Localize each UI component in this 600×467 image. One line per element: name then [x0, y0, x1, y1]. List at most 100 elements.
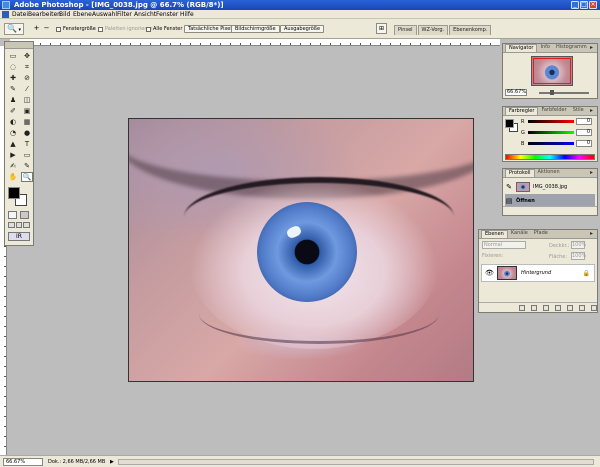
color-panel-foreground-swatch[interactable] — [505, 119, 514, 128]
menu-fenster[interactable]: Fenster — [156, 11, 178, 18]
tool-23-icon[interactable]: 🔍 — [21, 172, 33, 182]
tool-preset-picker[interactable]: 🔍 ▾ — [4, 23, 24, 35]
green-value-field[interactable]: 0 — [576, 129, 592, 136]
palette-well-tab-wz-vorg[interactable]: WZ-Vorg. — [417, 25, 449, 35]
eye-icon[interactable]: 👁 — [485, 269, 494, 277]
document-menu-icon[interactable] — [2, 11, 9, 18]
tool-2-icon[interactable]: ◌ — [7, 62, 19, 72]
tab-kanaele[interactable]: Kanäle — [508, 230, 531, 238]
checkbox-alle-fenster[interactable]: Alle Fenster — [146, 26, 182, 32]
actual-pixels-button[interactable]: Tatsächliche Pixel — [184, 25, 236, 33]
standard-screen-mode-button[interactable] — [8, 222, 15, 228]
full-screen-menu-mode-button[interactable] — [15, 222, 23, 228]
tab-ebenen[interactable]: Ebenen — [481, 230, 508, 238]
menu-ansicht[interactable]: Ansicht — [134, 11, 156, 18]
checkbox-paletten-ignorieren[interactable]: Paletten ignorieren — [98, 26, 153, 32]
standard-mode-button[interactable] — [8, 211, 17, 219]
tool-14-icon[interactable]: ◔ — [7, 128, 19, 138]
tool-20-icon[interactable]: ✍ — [7, 161, 19, 171]
blend-mode-select[interactable]: Normal — [482, 241, 526, 249]
navigator-thumbnail[interactable] — [531, 56, 573, 86]
tool-3-icon[interactable]: ⌗ — [21, 62, 33, 72]
navigator-zoom-slider-knob[interactable] — [550, 90, 554, 95]
menu-ebene[interactable]: Ebene — [73, 11, 92, 18]
blue-slider[interactable] — [528, 142, 574, 145]
photoshop-app-icon[interactable] — [2, 1, 10, 9]
tool-13-icon[interactable]: ▦ — [21, 117, 33, 127]
layer-mask-icon[interactable] — [543, 304, 549, 311]
tab-farbregler[interactable]: Farbregler — [505, 107, 539, 115]
tool-1-icon[interactable]: ✥ — [21, 51, 33, 61]
horizontal-ruler[interactable] — [10, 39, 500, 46]
navigator-zoom-field[interactable]: 66.67% — [505, 89, 527, 96]
print-size-button[interactable]: Ausgabegröße — [280, 25, 325, 33]
menu-auswahl[interactable]: Auswahl — [92, 11, 117, 18]
navigator-view-box[interactable] — [533, 58, 571, 84]
tool-6-icon[interactable]: ✎ — [7, 84, 19, 94]
checkbox-fenstergroesse[interactable]: Fenstergröße — [56, 26, 96, 32]
panel-menu-icon[interactable]: ▸ — [588, 45, 595, 51]
tool-5-icon[interactable]: ⊘ — [21, 73, 33, 83]
red-value-field[interactable]: 0 — [576, 118, 592, 125]
maximize-button[interactable]: □ — [580, 1, 588, 9]
quick-mask-mode-button[interactable] — [20, 211, 29, 219]
tab-protokoll[interactable]: Protokoll — [505, 169, 535, 177]
menu-filter[interactable]: Filter — [117, 11, 132, 18]
tool-7-icon[interactable]: ⁄ — [21, 84, 33, 94]
tool-17-icon[interactable]: T — [21, 139, 33, 149]
close-button[interactable]: × — [589, 1, 597, 9]
new-set-icon[interactable] — [555, 304, 561, 311]
color-spectrum-bar[interactable] — [505, 154, 595, 160]
green-slider[interactable] — [528, 131, 574, 134]
link-icon[interactable] — [519, 304, 525, 311]
horizontal-scrollbar[interactable] — [118, 459, 594, 465]
palette-well-tab-ebenenkomp[interactable]: Ebenenkomp. — [449, 25, 492, 35]
history-snapshot-item[interactable]: ✎ IMG_0038.jpg — [505, 180, 595, 193]
tool-0-icon[interactable]: ▭ — [7, 51, 19, 61]
panel-menu-icon[interactable]: ▸ — [588, 170, 595, 176]
tab-histogramm[interactable]: Histogramm — [553, 44, 590, 52]
tool-15-icon[interactable]: ● — [21, 128, 33, 138]
tool-4-icon[interactable]: ✚ — [7, 73, 19, 83]
panel-menu-icon[interactable]: ▸ — [588, 108, 595, 114]
tab-navigator[interactable]: Navigator — [505, 44, 538, 52]
fit-screen-button[interactable]: Bildschirmgröße — [231, 25, 280, 33]
tool-22-icon[interactable]: ✋ — [7, 172, 19, 182]
zoom-in-button[interactable]: + — [32, 24, 41, 33]
document-canvas[interactable] — [128, 118, 474, 382]
panel-menu-icon[interactable]: ▸ — [588, 231, 595, 237]
adjustment-layer-icon[interactable] — [567, 304, 573, 311]
navigator-zoom-slider[interactable] — [539, 92, 589, 94]
toolbox-header[interactable] — [5, 42, 33, 49]
history-brush-source-icon[interactable]: ✎ — [505, 183, 513, 191]
file-browser-icon[interactable]: ⊞ — [376, 23, 387, 34]
menu-hilfe[interactable]: Hilfe — [180, 11, 194, 18]
tab-farbfelder[interactable]: Farbfelder — [538, 107, 569, 115]
palette-well-tab-pinsel[interactable]: Pinsel — [394, 25, 417, 35]
tool-11-icon[interactable]: ▣ — [21, 106, 33, 116]
tool-12-icon[interactable]: ◐ — [7, 117, 19, 127]
tool-10-icon[interactable]: ✐ — [7, 106, 19, 116]
zoom-out-button[interactable]: − — [42, 24, 51, 33]
opacity-field[interactable]: 100% — [571, 241, 586, 249]
jump-to-imageready-button[interactable]: IR — [8, 232, 30, 241]
tool-9-icon[interactable]: ◫ — [21, 95, 33, 105]
status-menu-arrow-icon[interactable]: ▶ — [110, 459, 114, 465]
trash-icon[interactable] — [591, 304, 597, 311]
fill-field[interactable]: 100% — [571, 252, 586, 260]
menu-bild[interactable]: Bild — [59, 11, 70, 18]
blue-value-field[interactable]: 0 — [576, 140, 592, 147]
full-screen-mode-button[interactable] — [23, 222, 31, 228]
tool-16-icon[interactable]: ▲ — [7, 139, 19, 149]
layer-row-hintergrund[interactable]: 👁 Hintergrund 🔒 — [481, 264, 595, 282]
tab-aktionen[interactable]: Aktionen — [535, 169, 563, 177]
tab-pfade[interactable]: Pfade — [531, 230, 551, 238]
red-slider[interactable] — [528, 120, 574, 123]
foreground-color-swatch[interactable] — [8, 187, 20, 199]
tab-stile[interactable]: Stile — [570, 107, 587, 115]
tool-8-icon[interactable]: ♟ — [7, 95, 19, 105]
new-layer-icon[interactable] — [579, 304, 585, 311]
status-zoom-field[interactable]: 66.67% — [3, 458, 43, 466]
tool-18-icon[interactable]: ▶ — [7, 150, 19, 160]
tool-19-icon[interactable]: ▭ — [21, 150, 33, 160]
